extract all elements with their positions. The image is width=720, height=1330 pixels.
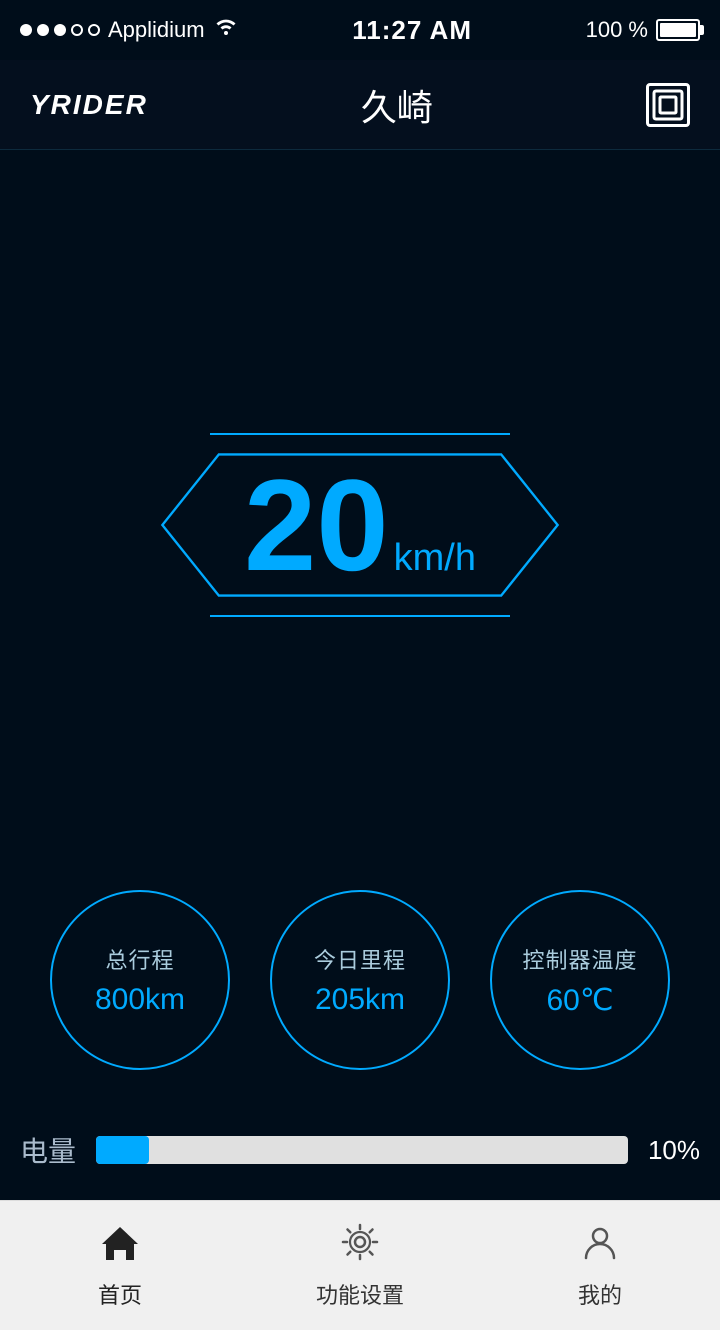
stat-label-0: 总行程: [105, 943, 174, 975]
signal-dots: [20, 24, 100, 36]
signal-dot-3: [54, 24, 66, 36]
signal-dot-4: [71, 24, 83, 36]
fullscreen-button[interactable]: [646, 83, 690, 127]
battery-fill: [660, 23, 696, 37]
battery-percent-display: 10%: [648, 1135, 700, 1166]
hex-wrapper: 20 km/h: [150, 435, 570, 615]
battery-section: 电量 10%: [20, 1110, 700, 1200]
logo: YRIDER: [30, 89, 148, 121]
stat-circle-temperature: 控制器温度 60℃: [490, 890, 670, 1070]
nav-item-settings[interactable]: 功能设置: [240, 1222, 480, 1310]
stat-value-2: 60℃: [546, 983, 613, 1018]
profile-icon: [580, 1222, 620, 1272]
speed-display: 20 km/h: [244, 460, 476, 590]
status-bar: Applidium 11:27 AM 100 %: [0, 0, 720, 60]
nav-label-profile: 我的: [578, 1278, 622, 1310]
battery-bar-fill: [96, 1136, 149, 1164]
speed-value: 20: [244, 460, 389, 590]
stat-label-1: 今日里程: [314, 943, 406, 975]
status-left: Applidium: [20, 17, 239, 43]
nav-label-settings: 功能设置: [316, 1278, 404, 1310]
signal-dot-2: [37, 24, 49, 36]
stat-value-1: 205km: [315, 983, 405, 1017]
status-time: 11:27 AM: [352, 15, 472, 46]
nav-item-home[interactable]: 首页: [0, 1222, 240, 1310]
battery-indicator: [656, 19, 700, 41]
speed-container: 20 km/h: [150, 433, 570, 617]
speed-unit: km/h: [394, 537, 476, 580]
stat-value-0: 800km: [95, 983, 185, 1017]
main-content: 20 km/h 总行程 800km 今日里程 205km 控制器温度 60℃ 电…: [0, 150, 720, 1200]
signal-dot-1: [20, 24, 32, 36]
stat-label-2: 控制器温度: [522, 943, 637, 975]
battery-bar-container: [96, 1136, 628, 1164]
speedometer-section: 20 km/h: [150, 150, 570, 860]
signal-dot-5: [88, 24, 100, 36]
app-header: YRIDER 久崎: [0, 60, 720, 150]
status-right: 100 %: [586, 17, 700, 43]
stat-circle-total-distance: 总行程 800km: [50, 890, 230, 1070]
battery-percent-text: 100 %: [586, 17, 648, 43]
bottom-nav: 首页 功能设置 我的: [0, 1200, 720, 1330]
nav-label-home: 首页: [98, 1278, 142, 1310]
speed-bottom-line: [210, 615, 510, 617]
brand-name: 久崎: [361, 79, 433, 131]
stats-section: 总行程 800km 今日里程 205km 控制器温度 60℃: [50, 860, 670, 1110]
battery-label: 电量: [20, 1130, 76, 1170]
battery-box: [656, 19, 700, 41]
carrier-name: Applidium: [108, 17, 205, 43]
home-icon: [100, 1222, 140, 1272]
wifi-icon: [213, 17, 239, 43]
stat-circle-today-distance: 今日里程 205km: [270, 890, 450, 1070]
settings-icon: [340, 1222, 380, 1272]
nav-item-profile[interactable]: 我的: [480, 1222, 720, 1310]
